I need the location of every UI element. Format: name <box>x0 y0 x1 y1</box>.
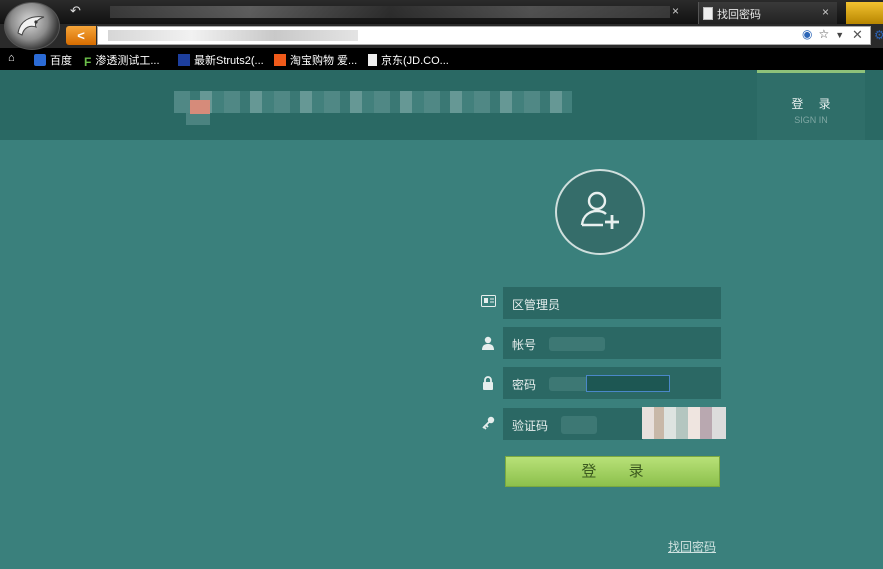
tab-close-icon[interactable]: × <box>822 5 829 19</box>
account-field[interactable]: 帐号 <box>503 327 721 359</box>
f-logo-icon: F <box>84 55 92 69</box>
blurred-site-logo <box>190 100 210 114</box>
login-button[interactable]: 登 录 <box>505 456 720 487</box>
bookmark-struts2[interactable]: 最新Struts2(... <box>178 52 264 68</box>
blurred-account-value <box>549 337 605 351</box>
document-icon <box>368 54 377 66</box>
blurred-captcha-value <box>561 416 597 434</box>
blurred-site-title <box>174 91 572 113</box>
account-label: 帐号 <box>512 338 537 352</box>
url-actions: ◉ ☆ ▼ <box>802 27 850 41</box>
blurred-tab-title <box>110 6 670 18</box>
blurred-password-value <box>549 377 589 391</box>
bookmark-taobao[interactable]: 淘宝购物 爱... <box>274 52 357 68</box>
bookmark-label: 渗透测试工... <box>95 55 160 67</box>
password-input[interactable] <box>586 375 670 392</box>
browser-logo-icon[interactable] <box>4 2 60 50</box>
taobao-icon <box>274 54 286 66</box>
document-icon <box>703 7 713 20</box>
user-icon <box>480 336 496 352</box>
ie-globe-icon[interactable]: ◉ <box>802 27 812 41</box>
stop-icon[interactable]: ✕ <box>852 27 863 43</box>
dropdown-icon[interactable]: ▼ <box>835 30 844 40</box>
captcha-field[interactable]: 验证码 <box>503 408 643 440</box>
role-select[interactable]: 区管理员 <box>503 287 721 319</box>
signin-sublabel: SIGN IN <box>794 115 828 125</box>
role-label: 区管理员 <box>512 298 561 312</box>
blurred-url <box>108 30 358 41</box>
favorite-star-icon[interactable]: ☆ <box>818 27 829 41</box>
captcha-image[interactable] <box>642 407 726 439</box>
password-label: 密码 <box>512 378 537 392</box>
blurred-site-logo <box>186 113 210 125</box>
bookmark-baidu[interactable]: 百度 <box>34 52 72 68</box>
tab-close-icon[interactable]: × <box>672 4 679 18</box>
tab-find-password[interactable]: 找回密码 × <box>698 2 837 24</box>
baidu-icon <box>34 54 46 66</box>
bookmark-pentest[interactable]: F 渗透测试工... <box>84 52 160 69</box>
captcha-label: 验证码 <box>512 419 549 433</box>
find-password-link[interactable]: 找回密码 <box>668 538 716 555</box>
bookmarks-bar: ⌂ 百度 F 渗透测试工... 最新Struts2(... 淘宝购物 爱... 京… <box>0 48 883 70</box>
signin-label: 登 录 <box>791 97 837 111</box>
add-user-avatar <box>555 169 645 255</box>
home-icon[interactable]: ⌂ <box>8 52 15 64</box>
signin-tab[interactable]: 登 录 SIGN IN <box>757 70 865 140</box>
new-tab-button[interactable] <box>846 2 883 24</box>
settings-icon[interactable]: ⚙ <box>874 28 883 42</box>
tab-label: 找回密码 <box>717 9 761 21</box>
history-back-icon[interactable]: ↶ <box>70 3 81 19</box>
add-user-icon <box>580 191 619 229</box>
bookmark-label: 淘宝购物 爱... <box>290 55 358 67</box>
struts-icon <box>178 54 190 66</box>
id-card-icon <box>480 294 496 310</box>
bookmark-jd[interactable]: 京东(JD.CO... <box>368 52 449 68</box>
bookmark-label: 百度 <box>50 55 72 67</box>
back-button[interactable]: < <box>66 26 96 45</box>
lock-icon <box>480 376 496 392</box>
bookmark-label: 京东(JD.CO... <box>381 55 449 67</box>
bookmark-label: 最新Struts2(... <box>194 55 264 67</box>
key-icon <box>480 416 496 432</box>
